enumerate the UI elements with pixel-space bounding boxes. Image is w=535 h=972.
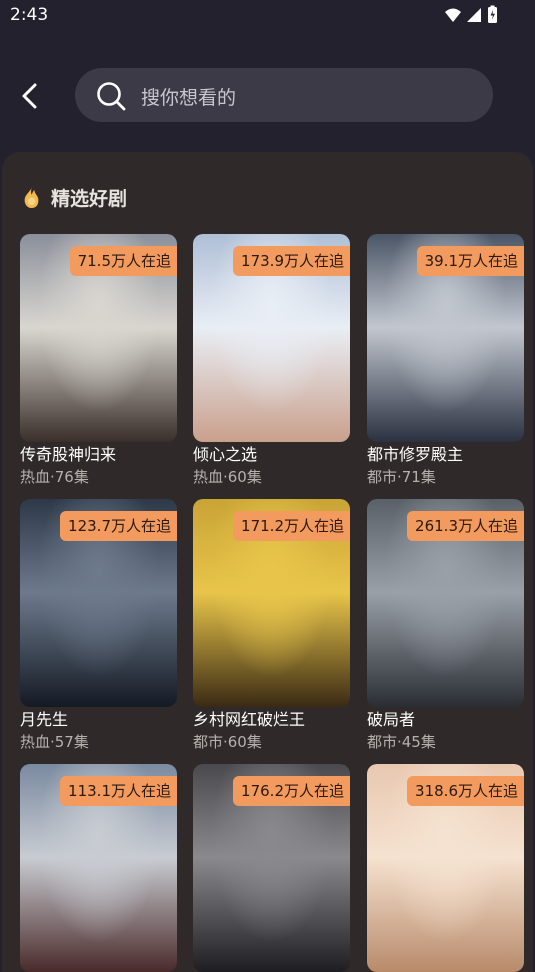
- drama-poster[interactable]: 173.9万人在追: [193, 234, 350, 442]
- status-time: 2:43: [10, 5, 49, 25]
- drama-title[interactable]: 传奇股神归来: [20, 444, 177, 466]
- drama-poster[interactable]: 176.2万人在追: [193, 764, 350, 972]
- drama-meta: 都市·71集: [367, 468, 436, 486]
- drama-card[interactable]: 318.6万人在追: [367, 764, 524, 972]
- wifi-icon: [445, 8, 461, 22]
- drama-card[interactable]: 171.2万人在追乡村网红破烂王都市·60集: [193, 499, 350, 753]
- content-panel: 精选好剧 71.5万人在追 传奇股神归来 热血·76集 173.9万人在追 倾心之选 热血…: [2, 152, 533, 972]
- header: 搜你想看的: [0, 60, 535, 132]
- status-bar: 2:43: [0, 0, 535, 30]
- drama-title[interactable]: 月先生: [20, 709, 177, 731]
- search-placeholder: 搜你想看的: [141, 87, 237, 109]
- drama-poster[interactable]: 71.5万人在追: [20, 234, 177, 442]
- drama-title[interactable]: 破局者: [367, 709, 524, 731]
- drama-meta: 都市·60集: [193, 733, 262, 751]
- drama-poster[interactable]: 171.2万人在追: [193, 499, 350, 707]
- drama-poster[interactable]: 39.1万人在追: [367, 234, 524, 442]
- drama-card[interactable]: 261.3万人在追破局者都市·45集: [367, 499, 524, 753]
- drama-title[interactable]: 倾心之选: [193, 444, 350, 466]
- viewers-badge: 71.5万人在追: [69, 246, 177, 276]
- viewers-badge: 113.1万人在追: [60, 776, 177, 806]
- drama-title[interactable]: 乡村网红破烂王: [193, 709, 350, 731]
- search-input[interactable]: 搜你想看的: [75, 68, 493, 122]
- drama-poster[interactable]: 318.6万人在追: [367, 764, 524, 972]
- drama-meta: 热血·76集: [20, 468, 89, 486]
- drama-card[interactable]: 176.2万人在追: [193, 764, 350, 972]
- viewers-badge: 318.6万人在追: [407, 776, 524, 806]
- back-button[interactable]: [12, 74, 48, 118]
- section-title: 精选好剧: [51, 187, 128, 210]
- fire-icon: [24, 186, 39, 208]
- viewers-badge: 123.7万人在追: [60, 511, 177, 541]
- status-icons: [445, 5, 497, 23]
- drama-card[interactable]: 39.1万人在追都市修罗殿主都市·71集: [367, 234, 524, 488]
- viewers-badge: 173.9万人在追: [233, 246, 350, 276]
- signal-icon: [467, 8, 481, 22]
- section-header: 精选好剧: [20, 184, 127, 210]
- viewers-badge: 176.2万人在追: [233, 776, 350, 806]
- drama-poster[interactable]: 123.7万人在追: [20, 499, 177, 707]
- drama-card[interactable]: 173.9万人在追倾心之选热血·60集: [193, 234, 350, 488]
- viewers-badge: 171.2万人在追: [233, 511, 350, 541]
- drama-title[interactable]: 都市修罗殿主: [367, 444, 524, 466]
- drama-card[interactable]: 113.1万人在追: [20, 764, 177, 972]
- viewers-badge: 39.1万人在追: [416, 246, 524, 276]
- search-icon: [97, 82, 126, 111]
- drama-meta: 都市·45集: [367, 733, 436, 751]
- drama-meta: 热血·60集: [193, 468, 262, 486]
- viewers-badge: 261.3万人在追: [407, 511, 524, 541]
- drama-meta: 热血·57集: [20, 733, 89, 751]
- chevron-left-icon: [22, 83, 37, 109]
- drama-card[interactable]: 123.7万人在追月先生热血·57集: [20, 499, 177, 753]
- drama-poster[interactable]: 113.1万人在追: [20, 764, 177, 972]
- drama-card[interactable]: 71.5万人在追传奇股神归来热血·76集: [20, 234, 177, 488]
- drama-poster[interactable]: 261.3万人在追: [367, 499, 524, 707]
